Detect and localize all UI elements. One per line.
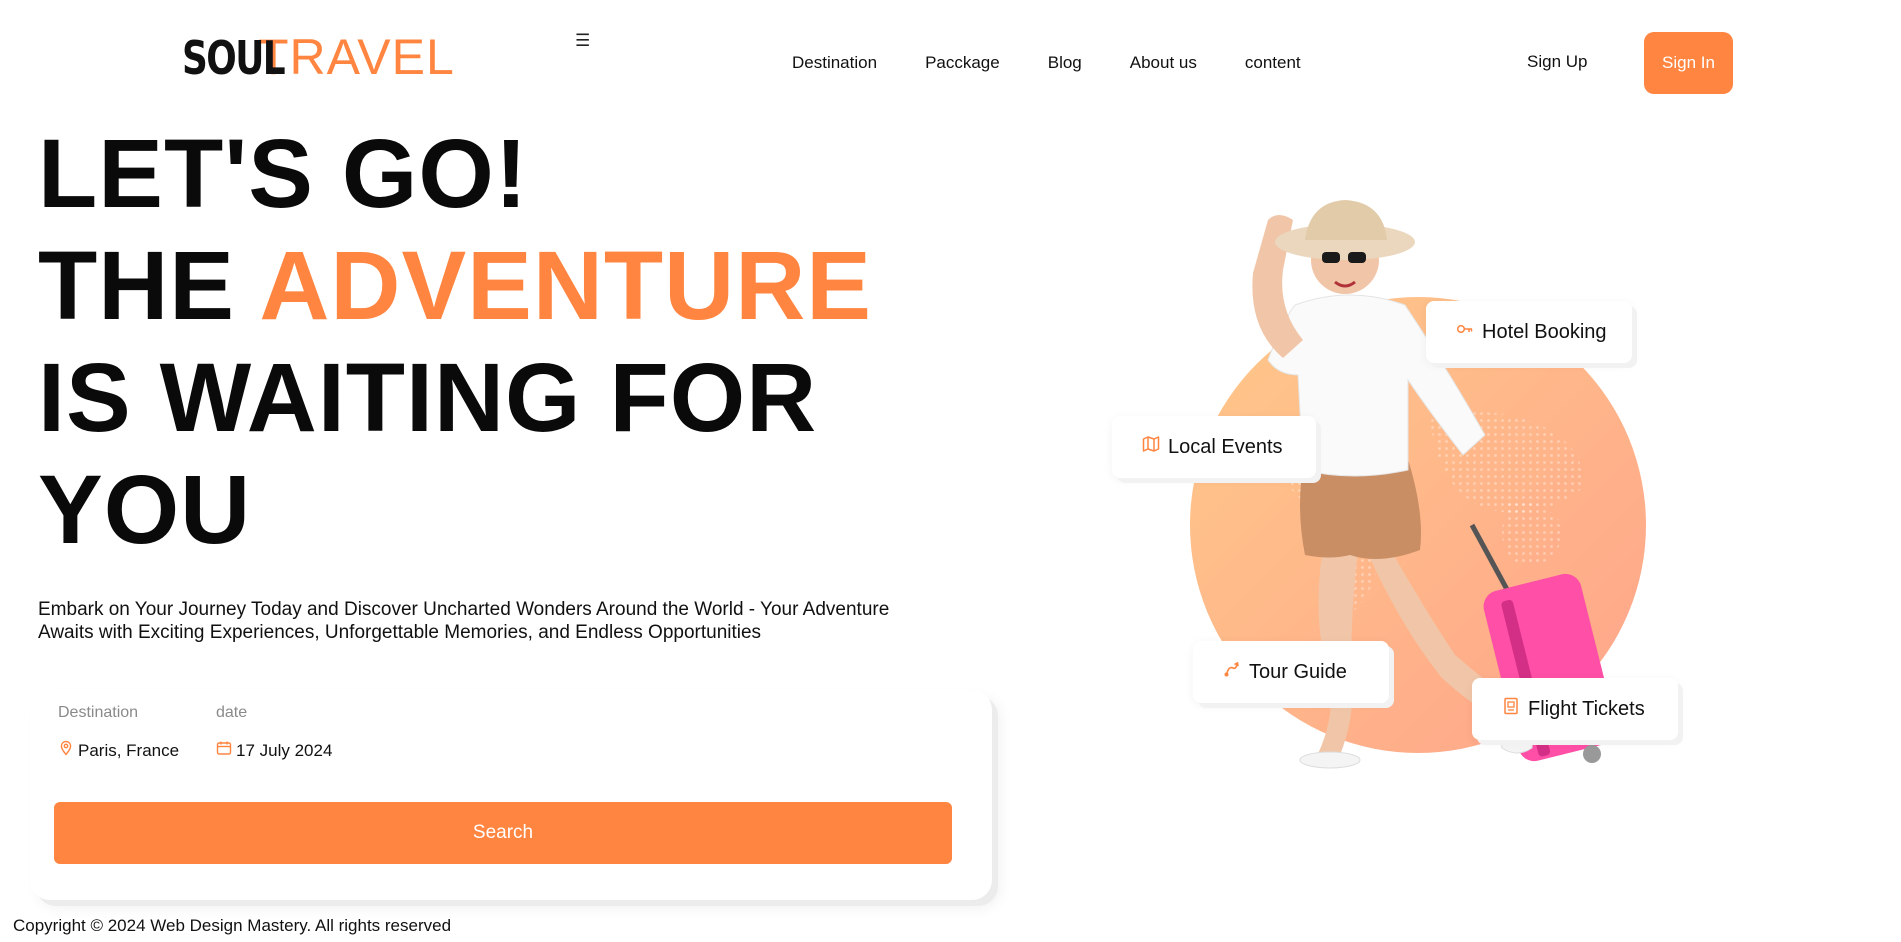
sign-up-link[interactable]: Sign Up	[1527, 52, 1587, 72]
main-nav: Destination Pacckage Blog About us conte…	[792, 53, 1349, 73]
hero-title: LET'S GO! THE ADVENTURE IS WAITING FOR Y…	[38, 118, 872, 566]
nav-destination[interactable]: Destination	[792, 53, 877, 73]
ticket-icon	[1502, 697, 1520, 721]
hero-line-4: YOU	[38, 455, 252, 564]
nav-about[interactable]: About us	[1130, 53, 1197, 73]
hero-description: Embark on Your Journey Today and Discove…	[38, 599, 890, 643]
copyright-text: Copyright © 2024 Web Design Mastery. All…	[13, 916, 452, 935]
hotel-booking-chip[interactable]: Hotel Booking	[1426, 301, 1632, 363]
local-events-chip[interactable]: Local Events	[1112, 416, 1316, 478]
route-icon	[1223, 660, 1241, 684]
destination-value: Paris, France	[78, 740, 180, 760]
logo[interactable]: SOUL TRAVEL	[182, 32, 455, 82]
date-value-row[interactable]: 17 July 2024	[216, 740, 332, 761]
nav-package[interactable]: Pacckage	[925, 53, 1000, 73]
sign-in-button[interactable]: Sign In	[1644, 32, 1733, 94]
calendar-icon	[216, 740, 232, 761]
logo-travel-text: TRAVEL	[258, 29, 455, 85]
destination-field[interactable]: Destination Paris, France	[58, 704, 179, 761]
hero-accent-word: ADVENTURE	[259, 231, 872, 340]
search-card: Destination Paris, France date 17 July 2…	[30, 690, 992, 900]
hero-line-2: THE ADVENTURE	[38, 230, 872, 342]
key-icon	[1456, 320, 1474, 344]
hero-line-2-prefix: THE	[38, 231, 260, 340]
search-button[interactable]: Search	[54, 802, 952, 864]
hotel-booking-label: Hotel Booking	[1482, 320, 1607, 343]
date-label: date	[216, 704, 248, 721]
flight-tickets-label: Flight Tickets	[1528, 697, 1645, 720]
page: SOUL TRAVEL ☰ Destination Pacckage Blog …	[0, 0, 1901, 942]
nav-blog[interactable]: Blog	[1048, 53, 1082, 73]
hero-line-1: LET'S GO!	[38, 119, 529, 228]
destination-label: Destination	[58, 704, 139, 721]
location-pin-icon	[58, 740, 74, 761]
destination-value-row[interactable]: Paris, France	[58, 740, 179, 761]
local-events-label: Local Events	[1168, 435, 1283, 458]
nav-content[interactable]: content	[1245, 53, 1301, 73]
menu-icon[interactable]: ☰	[575, 32, 590, 49]
date-value: 17 July 2024	[236, 740, 333, 760]
logo-soul-text: SOUL	[182, 31, 286, 85]
flight-tickets-chip[interactable]: Flight Tickets	[1472, 678, 1678, 740]
map-icon	[1142, 435, 1160, 459]
hero-line-3: IS WAITING FOR	[38, 343, 818, 452]
tour-guide-chip[interactable]: Tour Guide	[1193, 641, 1389, 703]
date-field[interactable]: date 17 July 2024	[216, 704, 332, 761]
tour-guide-label: Tour Guide	[1249, 660, 1347, 683]
